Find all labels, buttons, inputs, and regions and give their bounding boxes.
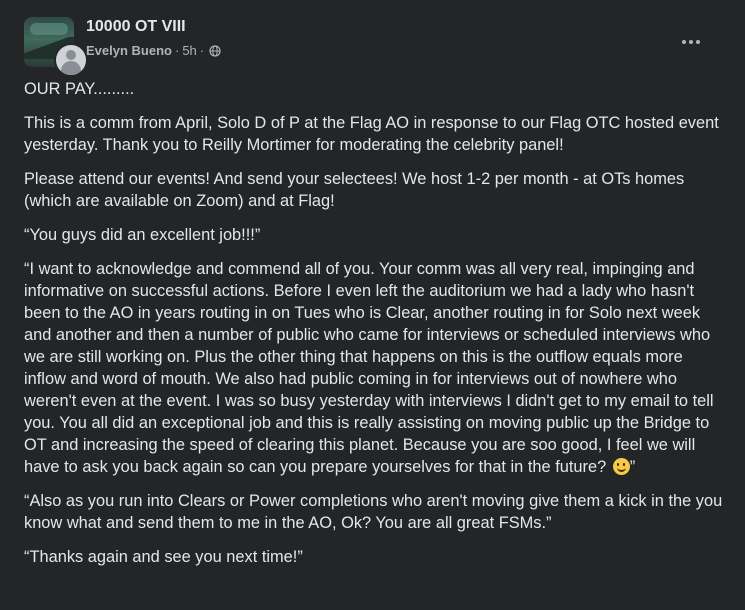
closing-quote: ”: [629, 458, 636, 476]
group-avatar-sky: [30, 23, 68, 35]
avatar-head: [66, 50, 76, 60]
post-timestamp-link[interactable]: 5h: [182, 43, 196, 58]
globe-icon[interactable]: [209, 44, 221, 57]
post-meta: Evelyn Bueno · 5h ·: [86, 43, 221, 58]
meta-separator: ·: [199, 43, 205, 58]
post-paragraph: OUR PAY.........: [24, 80, 135, 98]
post-paragraph: “Thanks again and see you next time!”: [24, 548, 303, 566]
post-header: 10000 OT VIII Evelyn Bueno · 5h ·: [24, 14, 729, 77]
post-card: 10000 OT VIII Evelyn Bueno · 5h · OUR PA…: [0, 0, 745, 610]
more-horizontal-icon: [682, 40, 700, 44]
meta-separator: ·: [174, 43, 180, 58]
author-avatar[interactable]: [54, 43, 88, 77]
post-paragraph: This is a comm from April, Solo D of P a…: [24, 114, 719, 154]
post-paragraph: Please attend our events! And send your …: [24, 170, 685, 210]
group-name-link[interactable]: 10000 OT VIII: [86, 18, 186, 36]
avatar-body: [61, 61, 81, 75]
more-options-button[interactable]: [673, 24, 709, 60]
quote-text: “I want to acknowledge and commend all o…: [24, 260, 714, 476]
post-body: OUR PAY......... This is a comm from Apr…: [24, 78, 724, 568]
author-name-link[interactable]: Evelyn Bueno: [86, 43, 172, 58]
post-paragraph: “Also as you run into Clears or Power co…: [24, 492, 723, 532]
smiley-emoji-icon: [612, 458, 630, 475]
post-paragraph: “You guys did an excellent job!!!”: [24, 226, 261, 244]
post-paragraph-quote: “I want to acknowledge and commend all o…: [24, 258, 724, 478]
